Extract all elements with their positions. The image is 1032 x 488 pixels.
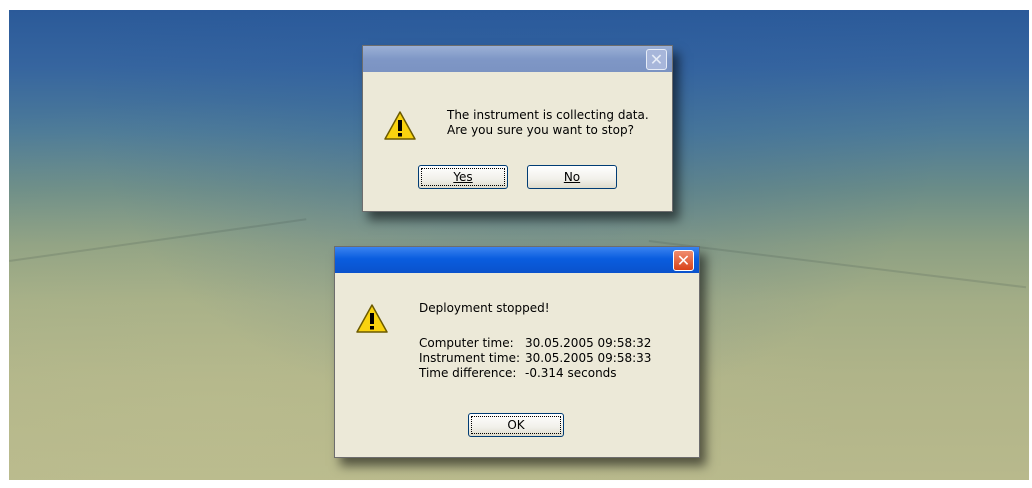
warning-icon bbox=[384, 111, 416, 140]
close-icon[interactable]: ✕ bbox=[673, 250, 694, 271]
no-button[interactable]: No bbox=[527, 165, 617, 189]
dialog-titlebar[interactable]: ✕ bbox=[335, 247, 699, 273]
status-heading: Deployment stopped! bbox=[419, 301, 550, 315]
instrument-time-row: Instrument time: 30.05.2005 09:58:33 bbox=[419, 351, 651, 366]
confirm-message-line2: Are you sure you want to stop? bbox=[447, 123, 634, 137]
computer-time-label: Computer time: bbox=[419, 336, 514, 350]
no-button-label: No bbox=[563, 170, 581, 184]
warning-icon bbox=[356, 304, 388, 333]
confirm-message-line1: The instrument is collecting data. bbox=[447, 108, 649, 122]
close-icon[interactable]: ✕ bbox=[646, 49, 667, 70]
computer-time-value: 30.05.2005 09:58:32 bbox=[525, 336, 652, 350]
dialog-titlebar[interactable]: ✕ bbox=[363, 46, 672, 72]
instrument-time-label: Instrument time: bbox=[419, 351, 520, 365]
time-difference-value: -0.314 seconds bbox=[525, 366, 617, 380]
yes-button-label: Yes bbox=[453, 170, 473, 184]
yes-button[interactable]: Yes bbox=[418, 165, 508, 189]
ok-button-label: OK bbox=[507, 418, 525, 432]
time-details: Computer time: 30.05.2005 09:58:32 Instr… bbox=[419, 336, 651, 381]
deployment-stopped-dialog: ✕ Deployment stopped! Computer time: 30.… bbox=[334, 246, 700, 458]
time-difference-row: Time difference: -0.314 seconds bbox=[419, 366, 651, 381]
computer-time-row: Computer time: 30.05.2005 09:58:32 bbox=[419, 336, 651, 351]
confirm-stop-dialog: ✕ The instrument is collecting data. Are… bbox=[362, 45, 673, 212]
ok-button[interactable]: OK bbox=[468, 413, 564, 437]
time-difference-label: Time difference: bbox=[419, 366, 517, 380]
instrument-time-value: 30.05.2005 09:58:33 bbox=[525, 351, 652, 365]
